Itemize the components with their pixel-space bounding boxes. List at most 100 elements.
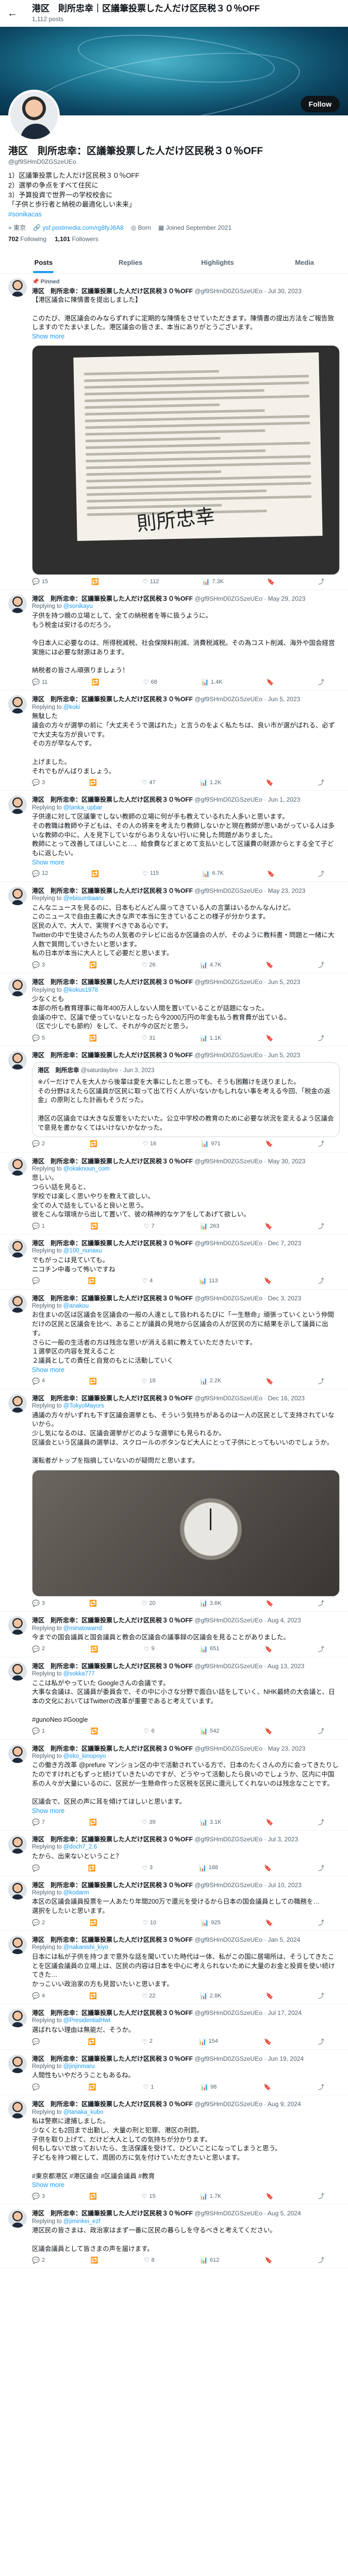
author-avatar[interactable] [8,695,27,714]
like-button[interactable]: ♡ 26 [142,961,156,969]
author-name[interactable]: 港区 則所忠幸：区議筆投票した人だけ区民税３０％OFF [32,1052,193,1059]
views-button[interactable]: 📊 542 [200,1727,219,1735]
retweet-button[interactable]: 🔁 [89,1599,97,1607]
retweet-button[interactable]: 🔁 [90,1222,98,1230]
retweet-button[interactable]: 🔁 [90,1645,98,1653]
reply-target[interactable]: @sonikayu [63,603,93,609]
bio-hashtag[interactable]: #sonikacas [8,210,340,219]
tweet[interactable]: 港区 則所忠幸：区議筆投票した人だけ区民税３０％OFF @gf9SHmD0ZGS… [0,1657,348,1740]
tweet-date[interactable]: Jan 5, 2024 [268,1936,301,1943]
tweet[interactable]: 港区 則所忠幸：区議筆投票した人だけ区民税３０％OFF @gf9SHmD0ZGS… [0,1831,348,1876]
author-name[interactable]: 港区 則所忠幸：区議筆投票した人だけ区民税３０％OFF [32,1240,193,1247]
retweet-button[interactable]: 🔁 [89,1034,97,1042]
share-button[interactable]: ⤴ [318,578,324,586]
author-avatar[interactable] [8,2054,27,2073]
author-name[interactable]: 港区 則所忠幸：区議筆投票した人だけ区民税３０％OFF [32,1936,193,1943]
author-name[interactable]: 港区 則所忠幸：区議筆投票した人だけ区民税３０％OFF [32,287,193,295]
reply-button[interactable]: 💬 [32,1277,42,1285]
retweet-button[interactable]: 🔁 [89,1992,97,2000]
views-button[interactable]: 📊 2.2K [200,1377,222,1385]
bookmark-button[interactable]: 🔖 [266,1992,274,2000]
follow-button[interactable]: Follow [300,96,340,112]
reply-target[interactable]: @tanaka_kubo [63,2109,104,2115]
reply-target[interactable]: @doch7_2.6 [63,1844,97,1850]
share-button[interactable]: ⤴ [318,778,324,787]
bookmark-button[interactable]: 🔖 [264,2038,272,2046]
views-button[interactable]: 📊 6.7K [202,870,224,878]
author-avatar[interactable] [8,1662,27,1681]
share-button[interactable]: ⤴ [318,1277,324,1285]
reply-target[interactable]: @jinjinmaru [63,2063,95,2070]
bookmark-button[interactable]: 🔖 [266,1919,273,1927]
share-button[interactable]: ⤴ [318,1992,324,2000]
views-button[interactable]: 📊 1.1K [200,1034,222,1042]
bookmark-button[interactable]: 🔖 [266,1818,274,1826]
reply-target[interactable]: @PresidentialHwt [63,2018,111,2024]
reply-target[interactable]: @eko_kinopoyo [63,1753,106,1759]
share-button[interactable]: ⤴ [318,2256,324,2264]
reply-target[interactable]: @nakanishi_kiyo [63,1944,108,1951]
tweet-date[interactable]: Jul 10, 2023 [268,1882,302,1889]
retweet-button[interactable]: 🔁 [89,1377,97,1385]
author-name[interactable]: 港区 則所忠幸：区議筆投票した人だけ区民税３０％OFF [32,887,193,894]
show-more-link[interactable]: Show more [32,332,340,341]
tweet[interactable]: 港区 則所忠幸：区議筆投票した人だけ区民税３０％OFF @gf9SHmD0ZGS… [0,1046,348,1153]
tweet[interactable]: 港区 則所忠幸：区議筆投票した人だけ区民税３０％OFF @gf9SHmD0ZGS… [0,1612,348,1657]
tweet[interactable]: 港区 則所忠幸：区議筆投票した人だけ区民税３０％OFF @gf9SHmD0ZGS… [0,2095,348,2205]
bookmark-button[interactable]: 🔖 [267,578,275,586]
tweet-date[interactable]: May 23, 2023 [268,887,306,894]
like-button[interactable]: ♡ 10 [142,1919,156,1927]
bookmark-button[interactable]: 🔖 [265,2256,273,2264]
like-button[interactable]: ♡ 18 [142,1377,156,1385]
tweet-date[interactable]: Dec 3, 2023 [268,1295,302,1302]
author-name[interactable]: 港区 則所忠幸：区議筆投票した人だけ区民税３０％OFF [32,796,193,803]
bookmark-button[interactable]: 🔖 [264,1864,272,1872]
tweet-date[interactable]: Aug 13, 2023 [268,1663,304,1670]
author-avatar[interactable] [8,1051,27,1070]
views-button[interactable]: 📊 3.1K [200,1818,222,1826]
like-button[interactable]: ♡ 9 [144,1645,155,1653]
tweet[interactable]: 港区 則所忠幸：区議筆投票した人だけ区民税３０％OFF @gf9SHmD0ZGS… [0,1290,348,1389]
reply-button[interactable]: 💬 2 [32,1919,45,1927]
like-button[interactable]: ♡ 16 [142,1140,156,1148]
profile-link[interactable]: ysf.postmedia.com/rg8fyJ6A8 [42,224,123,231]
tweet[interactable]: 港区 則所忠幸：区議筆投票した人だけ区民税３０％OFF @gf9SHmD0ZGS… [0,2004,348,2050]
reply-target[interactable]: @minatowarrd [63,1625,102,1632]
share-button[interactable]: ⤴ [318,1599,324,1607]
author-name[interactable]: 港区 則所忠幸：区議筆投票した人だけ区民税３０％OFF [32,1882,193,1889]
reply-button[interactable]: 💬 3 [32,1599,45,1607]
bookmark-button[interactable]: 🔖 [266,778,274,787]
author-avatar[interactable] [8,1239,27,1258]
tweet[interactable]: 港区 則所忠幸：区議筆投票した人だけ区民税３０％OFF @gf9SHmD0ZGS… [0,590,348,691]
author-avatar[interactable] [8,1294,27,1313]
retweet-button[interactable]: 🔁 [88,1277,96,1285]
tab-media[interactable]: Media [261,251,348,274]
retweet-button[interactable]: 🔁 [89,961,97,969]
reply-target[interactable]: @tanka_upbar [63,805,103,811]
share-button[interactable]: ⤴ [318,1727,324,1735]
quoted-tweet[interactable]: 港区 則所忠幸 @saturdaybre · Jun 3, 2023 ※パーだけで… [32,1062,340,1138]
tweet-date[interactable]: Jun 5, 2023 [268,978,301,986]
views-button[interactable]: 📊 7.3K [202,578,224,586]
retweet-button[interactable]: 🔁 [89,2083,96,2091]
reply-button[interactable]: 💬 3 [32,778,45,787]
author-name[interactable]: 港区 則所忠幸：区議筆投票した人だけ区民税３０％OFF [32,1617,193,1624]
tweet-image[interactable] [32,1470,340,1597]
show-more-link[interactable]: Show more [32,1807,340,1816]
reply-button[interactable]: 💬 2 [32,2256,45,2264]
views-button[interactable]: 📊 1.7K [200,2192,222,2200]
share-button[interactable]: ⤴ [318,1919,324,1927]
bookmark-button[interactable]: 🔖 [265,1222,273,1230]
retweet-button[interactable]: 🔁 [88,1864,96,1872]
retweet-button[interactable]: 🔁 [89,1818,97,1826]
author-avatar[interactable] [8,978,27,997]
tweet-date[interactable]: Dec 16, 2023 [268,1395,305,1402]
tweet[interactable]: 港区 則所忠幸：区議筆投票した人だけ区民税３０％OFF @gf9SHmD0ZGS… [0,1740,348,1831]
tweet-date[interactable]: May 29, 2023 [268,595,306,602]
tweet-date[interactable]: Jun 5, 2023 [268,1052,301,1059]
retweet-button[interactable]: 🔁 [91,870,99,878]
views-button[interactable]: 📊 3.6K [200,1599,222,1607]
author-name[interactable]: 港区 則所忠幸：区議筆投票した人だけ区民税３０％OFF [32,1158,193,1165]
reply-button[interactable]: 💬 [32,1864,42,1872]
author-avatar[interactable] [8,1616,27,1635]
